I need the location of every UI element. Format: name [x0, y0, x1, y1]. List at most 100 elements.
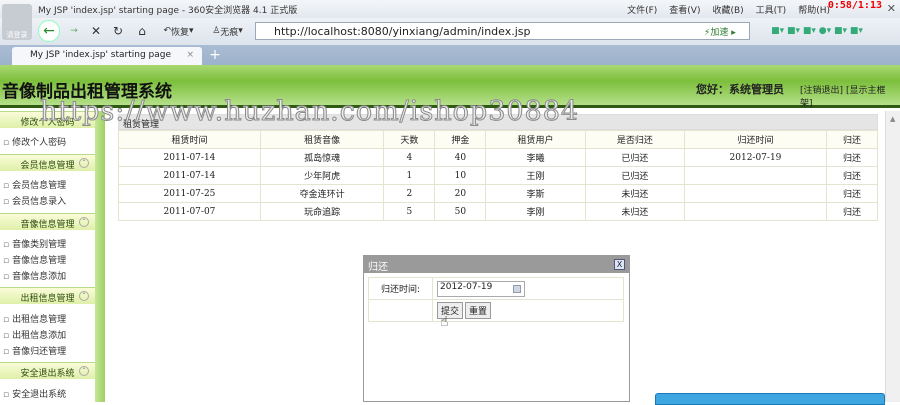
table-cell: 少年阿虎 [259, 166, 385, 185]
col-returned: 是否归还 [584, 130, 686, 149]
return-link[interactable]: 归还 [825, 202, 879, 221]
table-cell: 1 [383, 166, 436, 185]
col-deposit: 押金 [434, 130, 487, 149]
panel-caption: 租赁管理 [118, 114, 878, 130]
table-cell: 2011-07-07 [118, 202, 261, 221]
menu-favorites[interactable]: 收藏(B) [712, 3, 743, 16]
table-cell: 2012-07-19 [684, 148, 827, 167]
table-cell [684, 184, 827, 203]
table-cell: 50 [434, 202, 487, 221]
logout-link[interactable]: [注销退出] [800, 86, 843, 96]
table-cell [684, 166, 827, 185]
table-cell: 40 [434, 148, 487, 167]
table-cell: 王刚 [485, 166, 586, 185]
sidebar-item-return-manage[interactable]: 音像归还管理 [3, 344, 66, 357]
table-row: 2011-07-14 孤岛惊魂 4 40 李曦 已归还 2012-07-19 归还 [118, 148, 879, 167]
return-date-input[interactable]: 2012-07-19 [437, 280, 525, 297]
col-rent-time: 租赁时间 [118, 130, 261, 149]
rental-panel: 租赁管理 租赁时间 租赁音像 天数 押金 租赁用户 是否归还 归还时间 归还 2… [118, 114, 879, 221]
scrollbar[interactable]: ▲ [885, 111, 900, 402]
tab-bar: My JSP 'index.jsp' starting page × + [0, 45, 900, 65]
address-bar[interactable]: http://localhost:8080/yinxiang/admin/ind… [255, 22, 750, 40]
timer: 0:58/1:13 [827, 0, 882, 11]
close-icon[interactable]: X [614, 259, 625, 270]
sidebar-section-member[interactable]: 会员信息管理 ⌃ [0, 154, 95, 171]
sidebar-item-media-add[interactable]: 音像信息添加 [3, 269, 66, 282]
tab-index[interactable]: My JSP 'index.jsp' starting page × [12, 47, 202, 65]
table-cell: 李斯 [485, 184, 586, 203]
browser-title-bar: My JSP 'index.jsp' starting page - 360安全… [0, 0, 900, 18]
return-link[interactable]: 归还 [825, 184, 879, 203]
greeting: 您好：系统管理员 [696, 83, 784, 96]
table-cell: 2011-07-25 [118, 184, 261, 203]
table-cell: 10 [434, 166, 487, 185]
hand-cursor-icon: ☝ [440, 314, 449, 330]
extension-icons[interactable]: ■▾ ■▾ ■▾ ●▾ ■▾ ■▾ [752, 22, 882, 40]
table-cell: 4 [383, 148, 436, 167]
sidebar-divider [95, 111, 105, 402]
table-row: 2011-07-14 少年阿虎 1 10 王刚 已归还 归还 [118, 166, 879, 185]
table-cell: 2011-07-14 [118, 148, 261, 167]
table-row: 2011-07-07 玩命追踪 5 50 李刚 未归还 归还 [118, 202, 879, 221]
table-cell: 玩命追踪 [259, 202, 385, 221]
calendar-icon[interactable] [513, 284, 521, 293]
sidebar-item-change-password[interactable]: 修改个人密码 [3, 135, 66, 148]
refresh-icon[interactable]: ↻ [110, 22, 126, 40]
sidebar-item-member-add[interactable]: 会员信息录入 [3, 194, 66, 207]
menu-help[interactable]: 帮助(H) [798, 3, 830, 16]
no-trace-button[interactable]: ♙ 无痕 ▾ [205, 22, 250, 40]
collapse-icon[interactable]: ⌃ [79, 366, 89, 376]
col-media: 租赁音像 [259, 130, 385, 149]
col-return-time: 归还时间 [684, 130, 827, 149]
menu-tools[interactable]: 工具(T) [756, 3, 787, 16]
sidebar-item-logout[interactable]: 安全退出系统 [3, 387, 66, 400]
new-tab-icon[interactable]: + [205, 47, 225, 63]
sidebar-section-media[interactable]: 音像信息管理 ⌃ [0, 213, 95, 230]
col-return-action: 归还 [825, 130, 879, 149]
browser-menu: 文件(F) 查看(V) 收藏(B) 工具(T) 帮助(H) [627, 3, 830, 16]
close-window-icon[interactable]: ✕ [887, 2, 896, 15]
forward-arrow-icon[interactable]: → [64, 22, 84, 40]
sidebar-item-rental-manage[interactable]: 出租信息管理 [3, 312, 66, 325]
browser-toolbar: ← → ✕ ↻ ⌂ ↶ 恢复 ▾ ♙ 无痕 ▾ http://localhost:808… [0, 18, 900, 45]
window-title: My JSP 'index.jsp' starting page - 360安全… [38, 6, 298, 16]
table-cell: 5 [383, 202, 436, 221]
col-user: 租赁用户 [485, 130, 586, 149]
avatar[interactable]: 请登录 [2, 4, 32, 40]
notification-popup[interactable] [655, 393, 885, 405]
home-icon[interactable]: ⌂ [134, 22, 150, 40]
sidebar-item-media-manage[interactable]: 音像信息管理 [3, 253, 66, 266]
dialog-title-bar[interactable]: 归还 X [364, 256, 629, 273]
return-link[interactable]: 归还 [825, 166, 879, 185]
collapse-icon[interactable]: ⌃ [79, 291, 89, 301]
sidebar-section-logout[interactable]: 安全退出系统 ⌃ [0, 362, 95, 379]
app-header: 音像制品出租管理系统 您好：系统管理员 [注销退出] [显示主框架] [0, 65, 900, 109]
stop-icon[interactable]: ✕ [88, 22, 104, 40]
speed-button[interactable]: ⚡加速 ▸ [704, 25, 736, 38]
reset-button[interactable]: 重置 [465, 302, 492, 319]
menu-view[interactable]: 查看(V) [669, 3, 700, 16]
menu-file[interactable]: 文件(F) [627, 3, 657, 16]
restore-button[interactable]: ↶ 恢复 ▾ [156, 22, 201, 40]
table-cell: 未归还 [584, 202, 686, 221]
sidebar-section-rental[interactable]: 出租信息管理 ⌃ [0, 287, 95, 304]
sidebar-item-member-manage[interactable]: 会员信息管理 [3, 178, 66, 191]
table-cell: 已归还 [584, 148, 686, 167]
table-cell [684, 202, 827, 221]
table-cell: 未归还 [584, 184, 686, 203]
return-dialog: 归还 X 归还时间: 2012-07-19 提交 重置 ☝ [363, 255, 630, 402]
scroll-up-icon[interactable]: ▲ [890, 115, 895, 123]
sidebar-section-password[interactable]: 修改个人密码 [0, 111, 95, 128]
sidebar-item-media-category[interactable]: 音像类别管理 [3, 237, 66, 250]
sidebar-item-rental-add[interactable]: 出租信息添加 [3, 328, 66, 341]
table-cell: 已归还 [584, 166, 686, 185]
table-cell: 20 [434, 184, 487, 203]
collapse-icon[interactable]: ⌃ [79, 217, 89, 227]
table-cell: 夺金连环计 [259, 184, 385, 203]
return-link[interactable]: 归还 [825, 148, 879, 167]
table-cell: 孤岛惊魂 [259, 148, 385, 167]
close-tab-icon[interactable]: × [186, 50, 194, 60]
table-cell: 李曦 [485, 148, 586, 167]
back-arrow-icon[interactable]: ← [38, 20, 60, 42]
collapse-icon[interactable]: ⌃ [79, 158, 89, 168]
